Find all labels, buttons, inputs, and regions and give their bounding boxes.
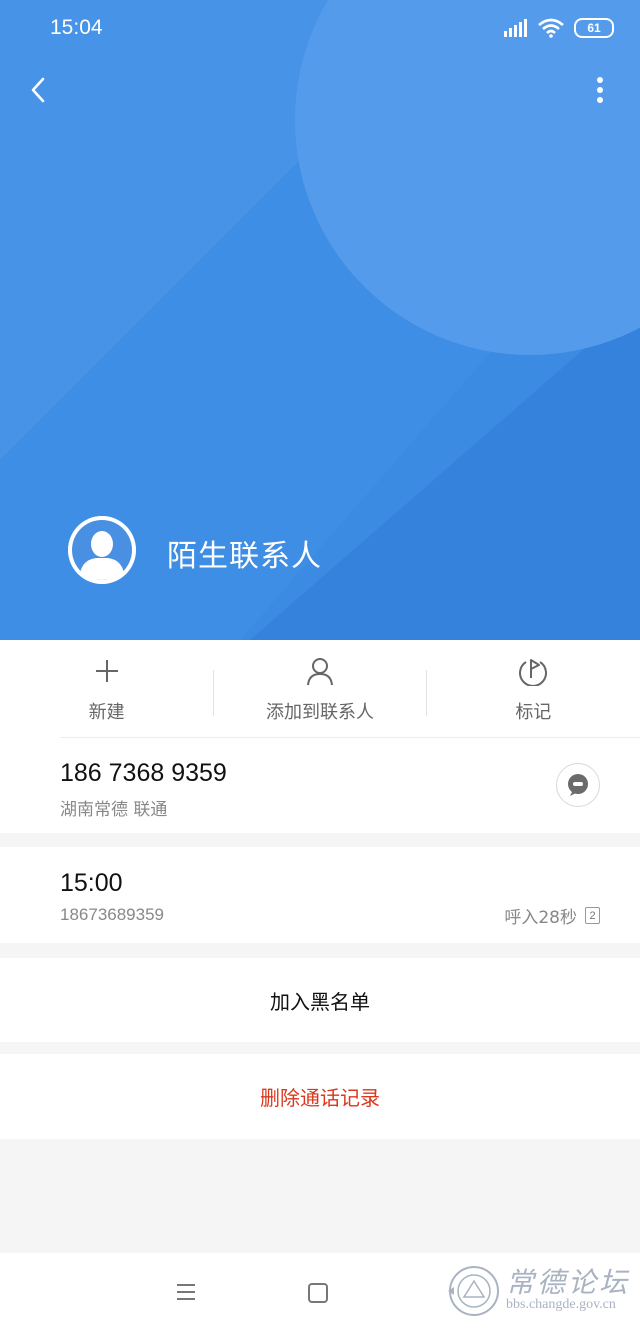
signal-icon <box>504 19 527 37</box>
delete-call-log-button[interactable]: 删除通话记录 <box>0 1054 640 1139</box>
flag-icon <box>519 659 548 686</box>
blacklist-label: 加入黑名单 <box>270 989 370 1014</box>
wifi-icon <box>538 18 564 38</box>
add-to-contacts-button[interactable]: 添加到联系人 <box>213 640 426 737</box>
phone-number-row[interactable]: 186 7368 9359 湖南常德 联通 <box>0 737 640 833</box>
avatar <box>68 516 136 584</box>
status-bar: 15:04 61 <box>0 0 640 58</box>
delete-label: 删除通话记录 <box>260 1086 380 1110</box>
chevron-left-icon <box>31 77 45 103</box>
status-time: 15:04 <box>50 16 103 39</box>
menu-icon[interactable] <box>172 1279 200 1305</box>
watermark-title: 常德论坛 <box>506 1266 631 1299</box>
phone-location: 湖南常德 联通 <box>60 800 168 820</box>
call-info: 呼入28秒 2 <box>504 903 600 928</box>
action-row: 新建 添加到联系人 标记 <box>0 640 640 737</box>
new-contact-button[interactable]: 新建 <box>0 640 213 737</box>
add-to-blacklist-button[interactable]: 加入黑名单 <box>0 958 640 1042</box>
call-time: 15:00 <box>60 869 123 897</box>
call-number: 18673689359 <box>60 905 165 924</box>
more-options-button[interactable] <box>582 70 618 110</box>
mark-button[interactable]: 标记 <box>427 640 640 737</box>
person-avatar-icon <box>68 516 136 584</box>
plus-icon <box>95 660 118 682</box>
add-to-contacts-label: 添加到联系人 <box>265 702 374 723</box>
navigation-bar: 常德论坛 bbs.changde.gov.cn <box>0 1253 640 1329</box>
sim-badge: 2 <box>585 907 600 924</box>
message-icon <box>568 774 588 796</box>
call-type-duration: 呼入28秒 <box>504 908 577 928</box>
mark-label: 标记 <box>515 702 552 723</box>
status-icons: 61 <box>504 18 614 38</box>
battery-icon: 61 <box>574 18 614 38</box>
new-contact-label: 新建 <box>88 702 125 723</box>
more-vertical-icon <box>597 77 603 103</box>
contact-header: 15:04 61 陌生联系人 <box>0 0 640 640</box>
forum-logo-icon <box>448 1266 499 1316</box>
contact-name: 陌生联系人 <box>167 539 322 574</box>
watermark-url: bbs.changde.gov.cn <box>506 1297 616 1312</box>
home-icon[interactable] <box>306 1281 330 1305</box>
call-record-row[interactable]: 15:00 18673689359 呼入28秒 2 <box>0 847 640 943</box>
battery-level: 61 <box>587 21 601 35</box>
message-button[interactable] <box>556 763 600 807</box>
divider <box>60 737 640 738</box>
phone-number: 186 7368 9359 <box>60 759 227 787</box>
back-button[interactable] <box>18 70 58 110</box>
person-icon <box>306 658 333 686</box>
